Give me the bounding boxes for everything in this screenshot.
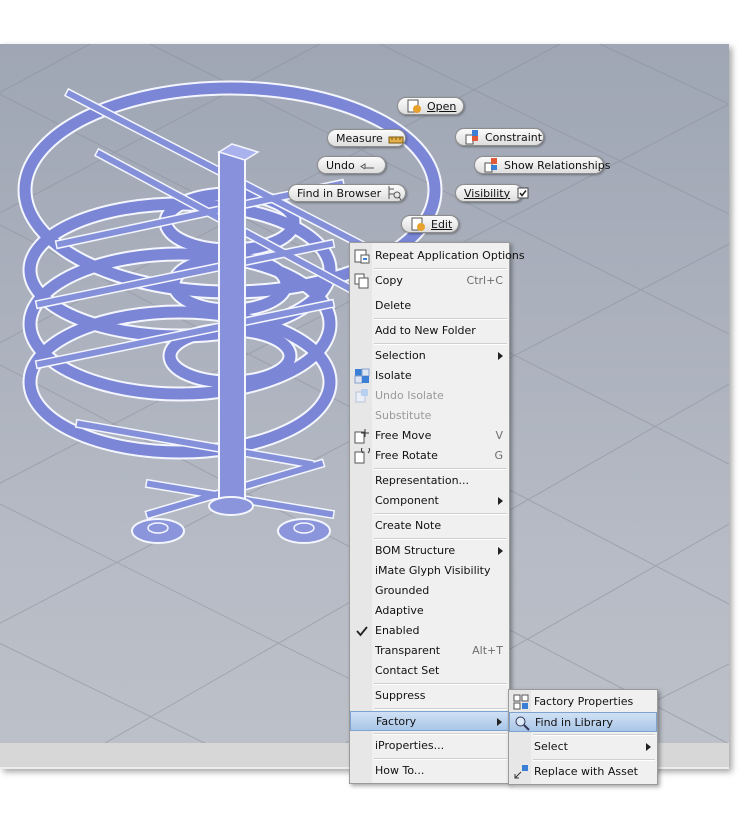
constraint-icon	[464, 129, 480, 145]
factory-submenu: Factory Properties Find in Library Selec…	[508, 689, 658, 785]
isolate-icon	[354, 368, 370, 384]
free-move-icon	[354, 428, 370, 444]
menu-item-replace-with-asset[interactable]: Replace with Asset	[509, 762, 657, 782]
free-rotate-icon	[354, 445, 370, 464]
browser-search-icon	[386, 185, 402, 201]
menu-item-free-rotate[interactable]: Free Rotate G	[350, 445, 509, 466]
magnifier-icon	[514, 715, 530, 731]
context-menu: Repeat Application Options Copy Ctrl+C D…	[349, 242, 525, 784]
edit-button[interactable]: Edit	[401, 215, 459, 233]
show-relationships-button[interactable]: Show Relationships	[474, 156, 610, 174]
menu-item-add-to-new-folder[interactable]: Add to New Folder	[350, 321, 509, 341]
menu-item-factory[interactable]: Factory	[350, 711, 509, 731]
edit-icon	[410, 216, 426, 232]
menu-item-grounded[interactable]: Grounded	[350, 581, 509, 601]
menu-item-transparent[interactable]: Transparent Alt+T	[350, 641, 509, 661]
constraint-button[interactable]: Constraint	[455, 128, 544, 146]
submenu-arrow-icon	[498, 352, 503, 360]
menu-item-bom-structure[interactable]: BOM Structure	[350, 541, 509, 561]
menu-item-component[interactable]: Component	[350, 491, 509, 511]
checkbox-checked-icon	[515, 185, 531, 201]
undo-isolate-icon	[354, 388, 370, 404]
factory-properties-icon	[513, 694, 529, 710]
menu-item-find-in-library[interactable]: Find in Library	[509, 712, 657, 732]
menu-item-imate-glyph-visibility[interactable]: iMate Glyph Visibility	[350, 561, 509, 581]
menu-item-how-to[interactable]: How To...	[350, 761, 509, 781]
menu-item-representation[interactable]: Representation...	[350, 471, 509, 491]
open-button[interactable]: Open	[397, 97, 464, 115]
menu-item-undo-isolate[interactable]: Undo Isolate	[350, 386, 509, 406]
find-in-browser-button[interactable]: Find in Browser	[288, 184, 406, 202]
menu-item-delete[interactable]: Delete	[350, 296, 509, 316]
measure-button[interactable]: Measure	[327, 129, 406, 147]
replace-asset-icon	[513, 764, 529, 780]
menu-item-iproperties[interactable]: iProperties...	[350, 736, 509, 756]
menu-item-create-note[interactable]: Create Note	[350, 516, 509, 536]
submenu-arrow-icon	[498, 547, 503, 555]
measure-icon	[388, 130, 404, 146]
checkmark-icon	[354, 623, 370, 639]
open-icon	[406, 98, 422, 114]
undo-arrow-icon	[359, 157, 376, 173]
undo-button[interactable]: Undo	[317, 156, 386, 174]
submenu-arrow-icon	[497, 718, 502, 726]
submenu-arrow-icon	[646, 743, 651, 751]
menu-item-factory-properties[interactable]: Factory Properties	[509, 692, 657, 712]
menu-item-repeat-application-options[interactable]: Repeat Application Options	[350, 246, 525, 266]
menu-item-adaptive[interactable]: Adaptive	[350, 601, 509, 621]
menu-item-free-move[interactable]: Free Move V	[350, 426, 509, 446]
menu-item-selection[interactable]: Selection	[350, 346, 509, 366]
relationships-icon	[483, 157, 499, 173]
menu-item-select[interactable]: Select	[509, 737, 657, 757]
copy-icon	[354, 273, 370, 289]
menu-item-enabled[interactable]: Enabled	[350, 621, 509, 641]
menu-item-suppress[interactable]: Suppress	[350, 686, 509, 706]
submenu-arrow-icon	[498, 497, 503, 505]
menu-item-isolate[interactable]: Isolate	[350, 366, 509, 386]
visibility-button[interactable]: Visibility	[455, 184, 529, 202]
repeat-options-icon	[354, 248, 370, 264]
menu-item-substitute[interactable]: Substitute	[350, 406, 509, 426]
menu-item-contact-set[interactable]: Contact Set	[350, 661, 509, 681]
menu-item-copy[interactable]: Copy Ctrl+C	[350, 271, 509, 291]
